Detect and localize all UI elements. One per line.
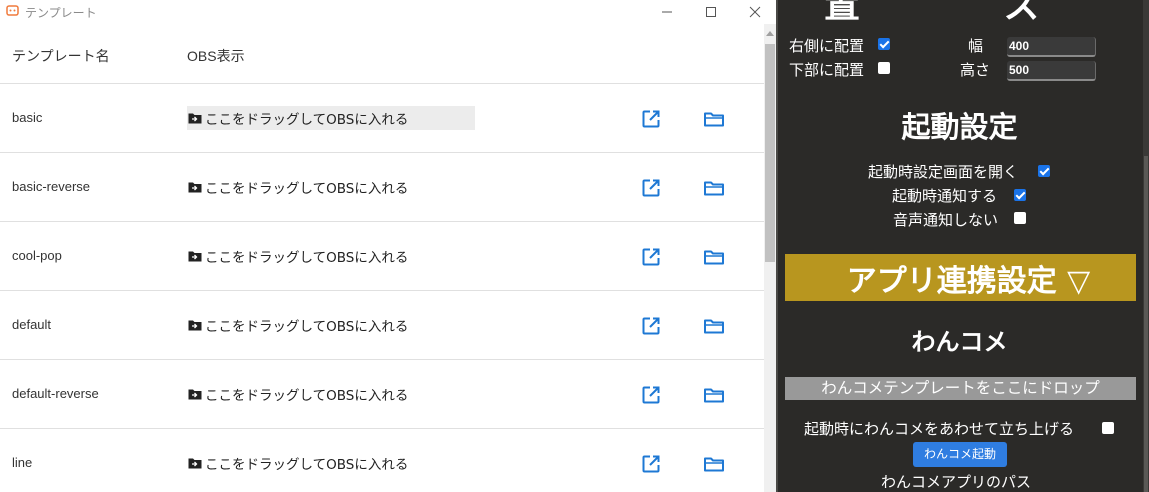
obs-drag-handle[interactable]: ここをドラッグしてOBSに入れる <box>187 451 475 475</box>
obs-drag-label: ここをドラッグしてOBSに入れる <box>205 250 409 266</box>
cut-off-heading-glyph: ズ <box>1004 0 1041 26</box>
scrollbar-thumb[interactable] <box>765 44 775 262</box>
obs-drag-label: ここをドラッグしてOBSに入れる <box>205 181 409 197</box>
obs-drag-handle[interactable]: ここをドラッグしてOBSに入れる <box>187 244 475 268</box>
drag-folder-icon <box>188 113 202 124</box>
title-bar: テンプレート <box>0 0 776 24</box>
close-icon[interactable] <box>744 2 766 22</box>
template-name: default-reverse <box>12 386 99 401</box>
window-title: テンプレート <box>25 6 97 20</box>
open-settings-on-start-label: 起動時設定画面を開く <box>868 163 1019 181</box>
table-row: line ここをドラッグしてOBSに入れる <box>0 429 764 492</box>
template-name: default <box>12 317 52 332</box>
folder-icon[interactable] <box>703 177 725 199</box>
template-name: line <box>12 455 33 470</box>
panel-scrollbar[interactable] <box>1143 0 1149 492</box>
minimize-icon[interactable] <box>656 2 678 22</box>
folder-icon[interactable] <box>703 384 725 406</box>
folder-icon[interactable] <box>703 246 725 268</box>
table-row: basic-reverse ここをドラッグしてOBSに入れる <box>0 153 764 222</box>
launch-onecome-together-checkbox[interactable] <box>1102 422 1114 434</box>
table-row: basic ここをドラッグしてOBSに入れる <box>0 84 764 153</box>
onecome-heading: わんコメ <box>911 328 1008 356</box>
column-header-obs-display: OBS表示 <box>187 48 245 64</box>
app-integration-settings-label: アプリ連携設定 ▽ <box>846 263 1091 299</box>
drag-folder-icon <box>188 251 202 262</box>
scroll-up-arrow-icon[interactable] <box>764 28 776 40</box>
open-external-icon[interactable] <box>640 177 662 199</box>
drag-folder-icon <box>188 320 202 331</box>
obs-drag-handle[interactable]: ここをドラッグしてOBSに入れる <box>187 175 475 199</box>
bottom-placement-checkbox[interactable] <box>878 62 890 74</box>
template-name: cool-pop <box>12 248 62 263</box>
notify-on-start-checkbox[interactable] <box>1014 189 1026 201</box>
open-external-icon[interactable] <box>640 246 662 268</box>
vertical-scrollbar[interactable] <box>764 24 776 492</box>
table-row: default ここをドラッグしてOBSに入れる <box>0 291 764 360</box>
notify-on-start-label: 起動時通知する <box>892 187 998 205</box>
cut-off-heading-glyph: 置 <box>824 0 861 26</box>
template-window: テンプレート テンプレート名 OBS表示 basic ここをドラッグしてOBSに… <box>0 0 776 492</box>
mute-notification-checkbox[interactable] <box>1014 212 1026 224</box>
obs-drag-label: ここをドラッグしてOBSに入れる <box>205 319 409 335</box>
onecome-template-drop-zone[interactable]: わんコメテンプレートをここにドロップ <box>785 377 1136 400</box>
table-row: default-reverse ここをドラッグしてOBSに入れる <box>0 360 764 429</box>
table-row: cool-pop ここをドラッグしてOBSに入れる <box>0 222 764 291</box>
height-label: 高さ <box>960 61 991 79</box>
column-header-template-name: テンプレート名 <box>12 48 110 64</box>
obs-drag-handle[interactable]: ここをドラッグしてOBSに入れる <box>187 382 475 406</box>
panel-divider <box>776 0 778 492</box>
drag-folder-icon <box>188 458 202 469</box>
open-external-icon[interactable] <box>640 384 662 406</box>
right-placement-checkbox[interactable] <box>878 38 890 50</box>
onecome-app-path-label: わんコメアプリのパス <box>881 473 1032 491</box>
template-name: basic-reverse <box>12 179 91 194</box>
open-external-icon[interactable] <box>640 315 662 337</box>
launch-onecome-together-label: 起動時にわんコメをあわせて立ち上げる <box>804 420 1075 438</box>
startup-settings-heading: 起動設定 <box>901 110 1018 144</box>
table-header: テンプレート名 OBS表示 <box>0 30 764 84</box>
open-settings-on-start-checkbox[interactable] <box>1038 165 1050 177</box>
obs-drag-handle[interactable]: ここをドラッグしてOBSに入れる <box>187 106 475 130</box>
obs-drag-label: ここをドラッグしてOBSに入れる <box>205 388 409 404</box>
template-name: basic <box>12 110 43 125</box>
panel-scrollbar-thumb[interactable] <box>1144 156 1148 492</box>
bottom-placement-label: 下部に配置 <box>789 61 865 79</box>
height-input[interactable] <box>1007 61 1096 81</box>
width-input[interactable] <box>1007 37 1096 57</box>
width-label: 幅 <box>968 37 984 55</box>
obs-drag-label: ここをドラッグしてOBSに入れる <box>205 112 409 128</box>
open-external-icon[interactable] <box>640 453 662 475</box>
settings-panel: 置 ズ 右側に配置 下部に配置 幅 高さ 起動設定 起動時設定画面を開く 起動時… <box>776 0 1149 492</box>
right-placement-label: 右側に配置 <box>789 37 865 55</box>
drag-folder-icon <box>188 182 202 193</box>
obs-drag-handle[interactable]: ここをドラッグしてOBSに入れる <box>187 313 475 337</box>
drag-folder-icon <box>188 389 202 400</box>
launch-onecome-button[interactable]: わんコメ起動 <box>913 442 1007 467</box>
mute-notification-label: 音声通知しない <box>893 211 999 229</box>
app-logo-icon <box>6 5 19 16</box>
maximize-icon[interactable] <box>700 2 722 22</box>
open-external-icon[interactable] <box>640 108 662 130</box>
folder-icon[interactable] <box>703 453 725 475</box>
app-integration-settings-toggle[interactable]: アプリ連携設定 ▽ <box>785 254 1136 301</box>
folder-icon[interactable] <box>703 315 725 337</box>
obs-drag-label: ここをドラッグしてOBSに入れる <box>205 457 409 473</box>
folder-icon[interactable] <box>703 108 725 130</box>
